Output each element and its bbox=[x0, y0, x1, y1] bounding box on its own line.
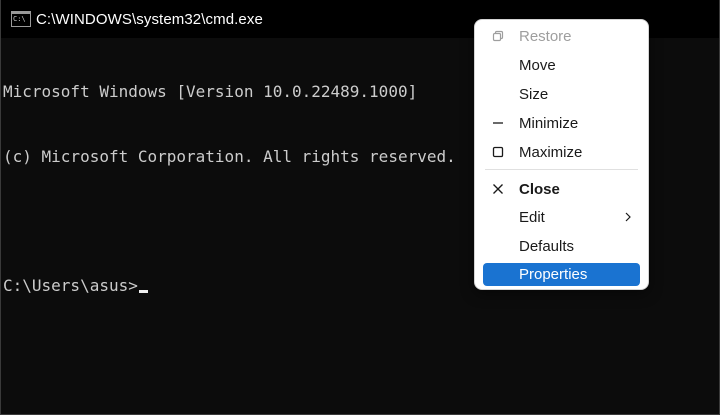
menu-item-label: Defaults bbox=[519, 238, 575, 255]
console-line: (c) Microsoft Corporation. All rights re… bbox=[3, 146, 456, 166]
text-cursor bbox=[138, 289, 148, 293]
menu-item-minimize[interactable]: Minimize bbox=[483, 112, 640, 135]
menu-item-label: Minimize bbox=[519, 115, 579, 132]
cmd-app-icon[interactable]: C:\ bbox=[11, 11, 31, 27]
cmd-app-icon-label: C:\ bbox=[13, 15, 26, 23]
console-prompt-line[interactable]: C:\Users\asus> bbox=[3, 275, 456, 297]
menu-item-defaults[interactable]: Defaults bbox=[483, 235, 640, 258]
menu-item-properties[interactable]: Properties bbox=[483, 263, 640, 286]
maximize-icon bbox=[492, 146, 504, 158]
menu-item-label: Maximize bbox=[519, 144, 583, 161]
menu-item-close[interactable]: Close bbox=[483, 178, 640, 201]
menu-item-label: Properties bbox=[519, 266, 588, 283]
menu-item-move[interactable]: Move bbox=[483, 54, 640, 77]
console-prompt: C:\Users\asus> bbox=[3, 275, 138, 295]
menu-item-label: Size bbox=[519, 86, 549, 103]
minimize-icon bbox=[493, 122, 503, 124]
close-icon bbox=[493, 184, 503, 194]
menu-item-size[interactable]: Size bbox=[483, 83, 640, 106]
chevron-right-icon bbox=[625, 212, 631, 222]
window-title: C:\WINDOWS\system32\cmd.exe bbox=[36, 10, 263, 28]
console-line: Microsoft Windows [Version 10.0.22489.10… bbox=[3, 82, 418, 101]
menu-item-maximize[interactable]: Maximize bbox=[483, 141, 640, 164]
menu-item-label: Restore bbox=[519, 28, 572, 45]
console-output[interactable]: Microsoft Windows [Version 10.0.22489.10… bbox=[3, 38, 456, 339]
menu-separator bbox=[485, 169, 638, 170]
menu-item-edit[interactable]: Edit bbox=[483, 206, 640, 229]
cmd-window: C:\ C:\WINDOWS\system32\cmd.exe Microsof… bbox=[0, 0, 720, 415]
window-system-menu: Restore Move Size Minimize Maximize Clos… bbox=[474, 19, 649, 290]
restore-icon bbox=[492, 30, 504, 42]
menu-item-restore: Restore bbox=[483, 25, 640, 48]
menu-item-label: Move bbox=[519, 57, 556, 74]
menu-item-label: Close bbox=[519, 181, 560, 198]
menu-item-label: Edit bbox=[519, 209, 545, 226]
